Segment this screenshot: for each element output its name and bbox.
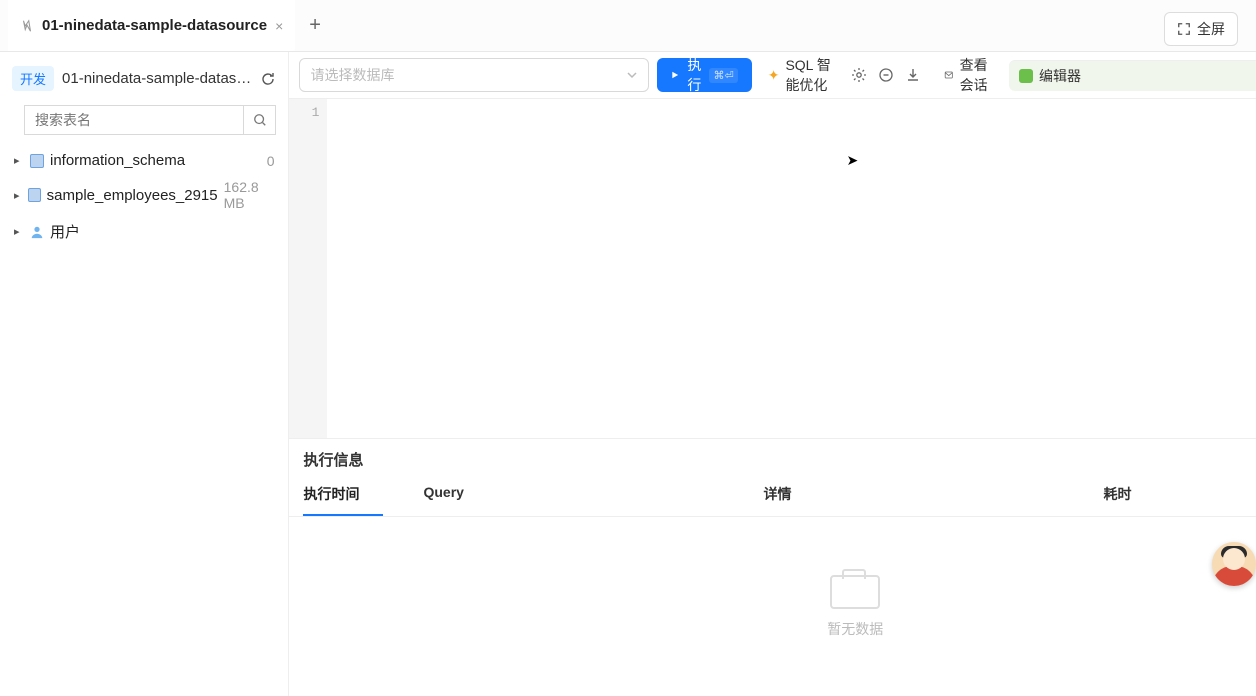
stop-button[interactable] xyxy=(876,60,895,90)
col-query[interactable]: Query xyxy=(423,478,723,516)
datasource-icon xyxy=(20,19,34,33)
database-select[interactable]: 请选择数据库 xyxy=(299,58,649,92)
view-session-label: 查看会话 xyxy=(960,55,993,95)
caret-icon: ▸ xyxy=(14,189,22,202)
caret-icon: ▸ xyxy=(14,154,24,167)
sidebar-header: 开发 01-ninedata-sample-datasou... xyxy=(0,60,288,101)
tab-bar: 01-ninedata-sample-datasource × + 全屏 xyxy=(0,0,1256,52)
gear-icon xyxy=(851,67,867,83)
search-input[interactable] xyxy=(25,106,243,134)
editor-chip[interactable]: 编辑器 xyxy=(1009,60,1256,91)
database-icon xyxy=(28,188,40,202)
main-panel: 请选择数据库 执行 ⌘⏎ ✦ SQL 智能优化 xyxy=(289,52,1256,696)
tree-item-sample-employees[interactable]: ▸ sample_employees_2915 162.8 MB xyxy=(10,174,278,216)
execute-shortcut: ⌘⏎ xyxy=(709,68,737,83)
avatar-head xyxy=(1223,548,1245,570)
sidebar: 开发 01-ninedata-sample-datasou... ▸ infor… xyxy=(0,52,289,696)
user-icon xyxy=(30,225,44,239)
col-exec-time[interactable]: 执行时间 xyxy=(303,478,383,516)
tree-item-users[interactable]: ▸ 用户 xyxy=(10,216,278,247)
toolbar: 请选择数据库 执行 ⌘⏎ ✦ SQL 智能优化 xyxy=(289,52,1256,98)
close-icon[interactable]: × xyxy=(275,18,283,34)
results-panel: 执行信息 执行时间 Query 详情 耗时 暂无数据 xyxy=(289,438,1256,696)
editor-gutter: 1 xyxy=(289,99,327,438)
tab-datasource[interactable]: 01-ninedata-sample-datasource × xyxy=(8,0,295,51)
tree-label: 用户 xyxy=(50,221,274,242)
tree-meta: 162.8 MB xyxy=(224,179,275,211)
tab-title: 01-ninedata-sample-datasource xyxy=(42,17,267,34)
execute-label: 执行 xyxy=(685,55,703,95)
view-session-button[interactable]: 查看会话 xyxy=(936,58,1001,92)
line-number: 1 xyxy=(297,105,319,120)
settings-button[interactable] xyxy=(850,60,869,90)
env-badge: 开发 xyxy=(12,66,54,91)
tree-label: information_schema xyxy=(50,152,261,169)
datasource-name[interactable]: 01-ninedata-sample-datasou... xyxy=(62,70,252,87)
search-wrap xyxy=(24,105,276,135)
col-detail[interactable]: 详情 xyxy=(763,478,1063,516)
play-icon xyxy=(671,69,679,81)
fullscreen-icon xyxy=(1177,22,1191,36)
fullscreen-button[interactable]: 全屏 xyxy=(1164,12,1238,46)
empty-state: 暂无数据 xyxy=(289,517,1256,696)
download-icon xyxy=(905,67,921,83)
db-tree: ▸ information_schema 0 ▸ sample_employee… xyxy=(0,143,288,251)
download-button[interactable] xyxy=(903,60,922,90)
editor-chip-icon xyxy=(1019,69,1033,83)
results-columns: 执行时间 Query 详情 耗时 xyxy=(289,474,1256,517)
execute-button[interactable]: 执行 ⌘⏎ xyxy=(657,58,751,92)
empty-icon xyxy=(830,575,880,609)
sql-optimize-label: SQL 智能优化 xyxy=(785,55,833,95)
stop-icon xyxy=(878,67,894,83)
sql-editor[interactable]: 1 ➤ xyxy=(289,98,1256,438)
tree-label: sample_employees_2915 xyxy=(47,187,218,204)
tree-meta: 0 xyxy=(267,153,275,169)
empty-text: 暂无数据 xyxy=(827,619,883,639)
refresh-icon[interactable] xyxy=(260,71,276,87)
cursor-icon: ➤ xyxy=(846,153,858,170)
add-tab-button[interactable]: + xyxy=(295,14,335,37)
results-title: 执行信息 xyxy=(303,449,363,470)
chevron-down-icon xyxy=(626,69,638,81)
tree-item-information-schema[interactable]: ▸ information_schema 0 xyxy=(10,147,278,174)
caret-icon: ▸ xyxy=(14,225,24,238)
search-icon xyxy=(253,113,267,127)
database-icon xyxy=(30,154,44,168)
col-cost[interactable]: 耗时 xyxy=(1103,478,1183,516)
envelope-icon xyxy=(944,67,954,83)
sparkle-icon: ✦ xyxy=(768,67,780,84)
db-select-placeholder: 请选择数据库 xyxy=(310,65,394,85)
sql-optimize-button[interactable]: ✦ SQL 智能优化 xyxy=(760,58,842,92)
search-button[interactable] xyxy=(243,106,275,134)
fullscreen-label: 全屏 xyxy=(1197,19,1225,39)
assistant-avatar[interactable] xyxy=(1212,542,1256,586)
editor-chip-label: 编辑器 xyxy=(1039,66,1081,86)
editor-code-area[interactable]: ➤ xyxy=(327,99,1256,438)
